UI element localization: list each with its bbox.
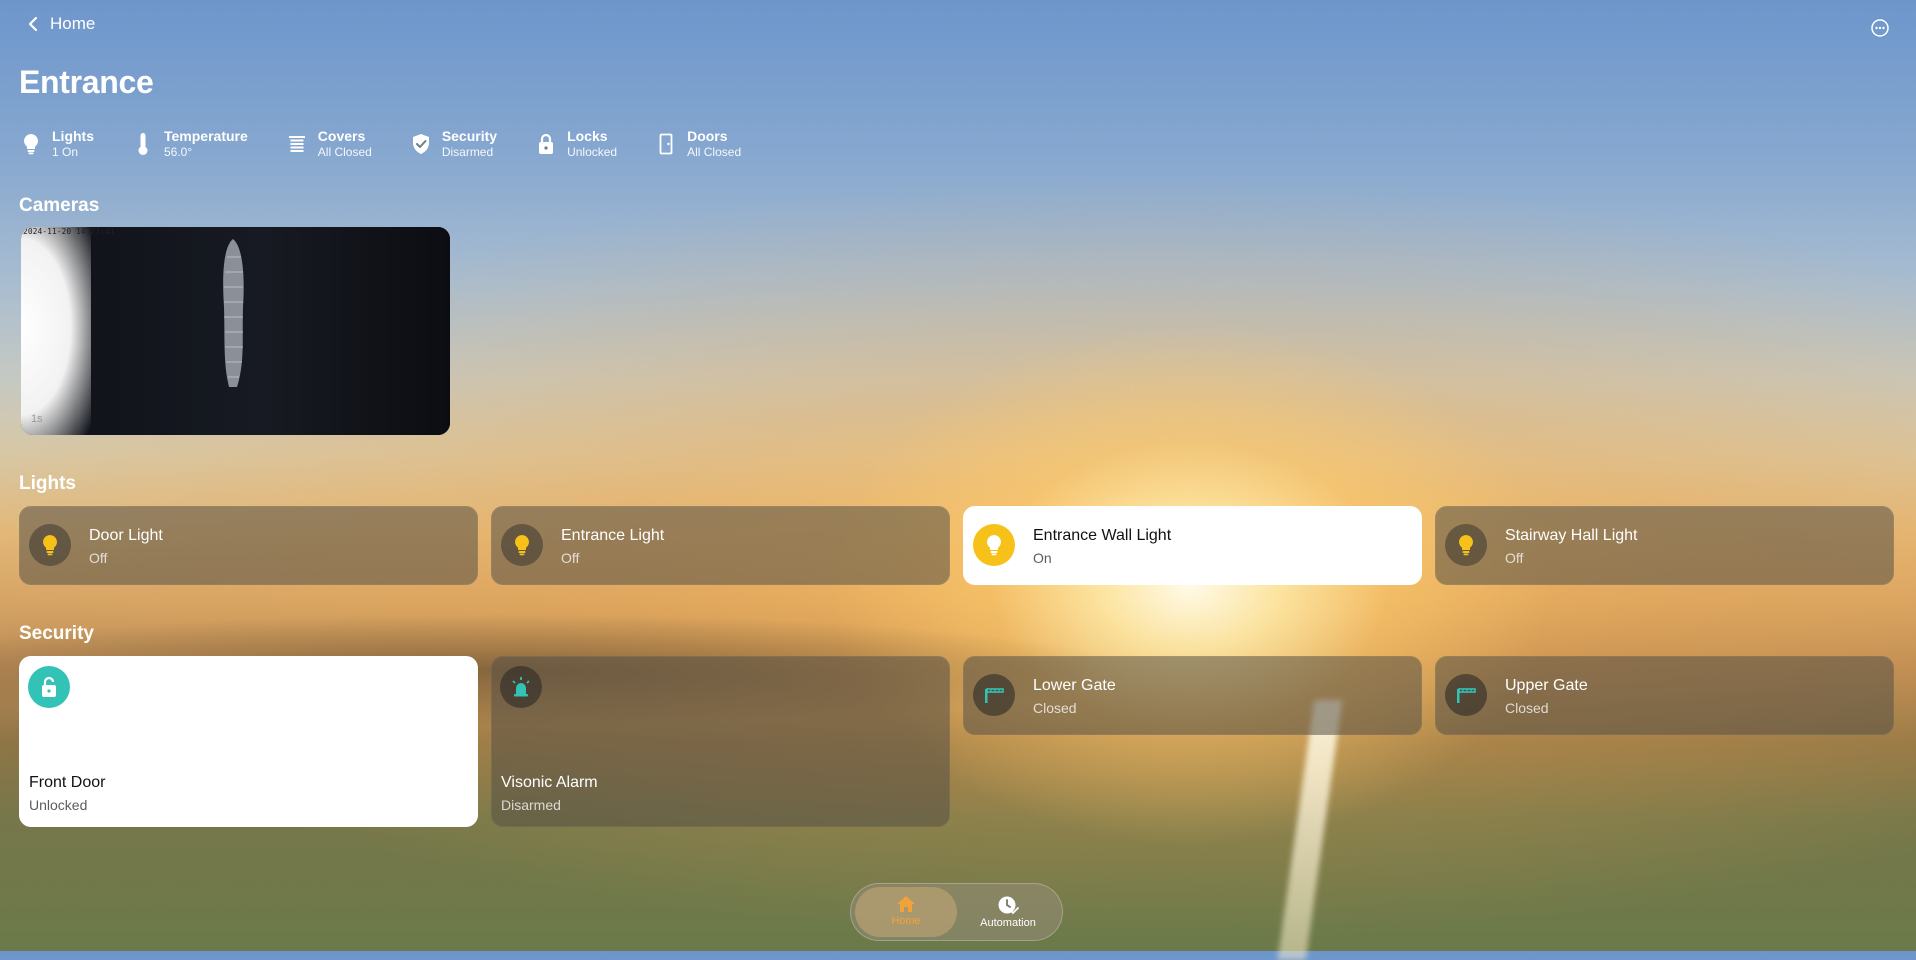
camera-image-umbrella bbox=[223, 239, 244, 387]
camera-image-dark bbox=[77, 227, 450, 435]
summary-doors-title: Doors bbox=[687, 128, 728, 144]
lock-icon bbox=[535, 131, 557, 157]
nav-automation-label: Automation bbox=[980, 917, 1036, 929]
section-title-cameras: Cameras bbox=[19, 195, 100, 216]
lock-open-icon bbox=[28, 666, 70, 708]
home-icon bbox=[897, 896, 915, 912]
chevron-left-icon bbox=[28, 16, 38, 32]
camera-timestamp: 2024-11-20 14:27:41 bbox=[23, 227, 115, 236]
summary-security[interactable]: Security Disarmed bbox=[410, 128, 497, 160]
top-bar: Home bbox=[20, 14, 1896, 42]
security-name: Lower Gate bbox=[1033, 677, 1116, 694]
light-card-stairway-hall-light[interactable]: Stairway Hall Light Off bbox=[1435, 506, 1894, 585]
section-title-security: Security bbox=[19, 623, 94, 644]
light-state: Off bbox=[89, 550, 108, 566]
summary-locks-value: Unlocked bbox=[567, 145, 618, 159]
security-card-lower-gate[interactable]: Lower Gate Closed bbox=[963, 656, 1422, 735]
light-name: Stairway Hall Light bbox=[1505, 527, 1638, 544]
back-button[interactable]: Home bbox=[26, 14, 95, 34]
light-state: On bbox=[1033, 550, 1052, 566]
summary-lights-title: Lights bbox=[52, 128, 94, 144]
security-card-front-door[interactable]: Front Door Unlocked bbox=[19, 656, 478, 827]
summary-locks-title: Locks bbox=[567, 128, 608, 144]
summary-covers-value: All Closed bbox=[317, 145, 372, 159]
light-state: Off bbox=[561, 550, 580, 566]
summary-locks[interactable]: Locks Unlocked bbox=[535, 128, 617, 160]
camera-label: 1s bbox=[31, 413, 43, 425]
light-card-entrance-light[interactable]: Entrance Light Off bbox=[491, 506, 950, 585]
nav-automation[interactable]: Automation bbox=[957, 887, 1059, 937]
nav-home[interactable]: Home bbox=[855, 887, 957, 937]
summary-doors[interactable]: Doors All Closed bbox=[655, 128, 741, 160]
gate-icon bbox=[973, 674, 1015, 716]
lightbulb-icon bbox=[29, 524, 71, 566]
summary-doors-value: All Closed bbox=[687, 145, 742, 159]
summary-lights-value: 1 On bbox=[52, 145, 79, 159]
summary-lights[interactable]: Lights 1 On bbox=[20, 128, 94, 160]
lightbulb-icon bbox=[1445, 524, 1487, 566]
camera-image-glare bbox=[21, 227, 91, 435]
page-title: Entrance bbox=[19, 64, 154, 100]
background-sunray bbox=[1277, 700, 1343, 960]
light-name: Door Light bbox=[89, 527, 163, 544]
security-name: Front Door bbox=[29, 774, 106, 791]
light-state: Off bbox=[1505, 550, 1524, 566]
security-name: Upper Gate bbox=[1505, 677, 1588, 694]
summary-bar: Lights 1 On Temperature 56.0° Covers All Cl… bbox=[20, 128, 741, 160]
light-card-entrance-wall-light[interactable]: Entrance Wall Light On bbox=[963, 506, 1422, 585]
automation-clock-icon bbox=[998, 896, 1019, 915]
lightbulb-icon bbox=[973, 524, 1015, 566]
lightbulb-icon bbox=[20, 131, 42, 157]
camera-feed[interactable]: 2024-11-20 14:27:41 1s bbox=[21, 227, 450, 435]
security-state: Disarmed bbox=[501, 797, 561, 813]
summary-security-title: Security bbox=[441, 128, 498, 144]
door-icon bbox=[655, 131, 677, 157]
security-name: Visonic Alarm bbox=[501, 774, 598, 791]
summary-temperature-value: 56.0° bbox=[164, 145, 193, 159]
nav-home-label: Home bbox=[891, 915, 921, 927]
summary-covers-title: Covers bbox=[317, 128, 366, 144]
gate-icon bbox=[1445, 674, 1487, 716]
light-name: Entrance Light bbox=[561, 527, 665, 544]
back-label: Home bbox=[50, 14, 96, 33]
section-title-lights: Lights bbox=[19, 473, 76, 494]
blinds-icon bbox=[286, 131, 308, 157]
siren-icon bbox=[500, 666, 542, 708]
summary-security-value: Disarmed bbox=[441, 145, 494, 159]
security-state: Closed bbox=[1505, 700, 1549, 716]
bottom-nav: Home Automation bbox=[850, 883, 1063, 941]
light-name: Entrance Wall Light bbox=[1033, 527, 1172, 544]
security-card-visonic-alarm[interactable]: Visonic Alarm Disarmed bbox=[491, 656, 950, 827]
security-state: Unlocked bbox=[29, 797, 88, 813]
thermometer-icon bbox=[132, 131, 154, 157]
light-card-door-light[interactable]: Door Light Off bbox=[19, 506, 478, 585]
more-options-icon[interactable] bbox=[1870, 18, 1890, 38]
security-card-upper-gate[interactable]: Upper Gate Closed bbox=[1435, 656, 1894, 735]
lightbulb-icon bbox=[501, 524, 543, 566]
summary-covers[interactable]: Covers All Closed bbox=[286, 128, 372, 160]
shield-check-icon bbox=[410, 131, 432, 157]
summary-temperature[interactable]: Temperature 56.0° bbox=[132, 128, 248, 160]
summary-temperature-title: Temperature bbox=[164, 128, 248, 144]
security-state: Closed bbox=[1033, 700, 1077, 716]
